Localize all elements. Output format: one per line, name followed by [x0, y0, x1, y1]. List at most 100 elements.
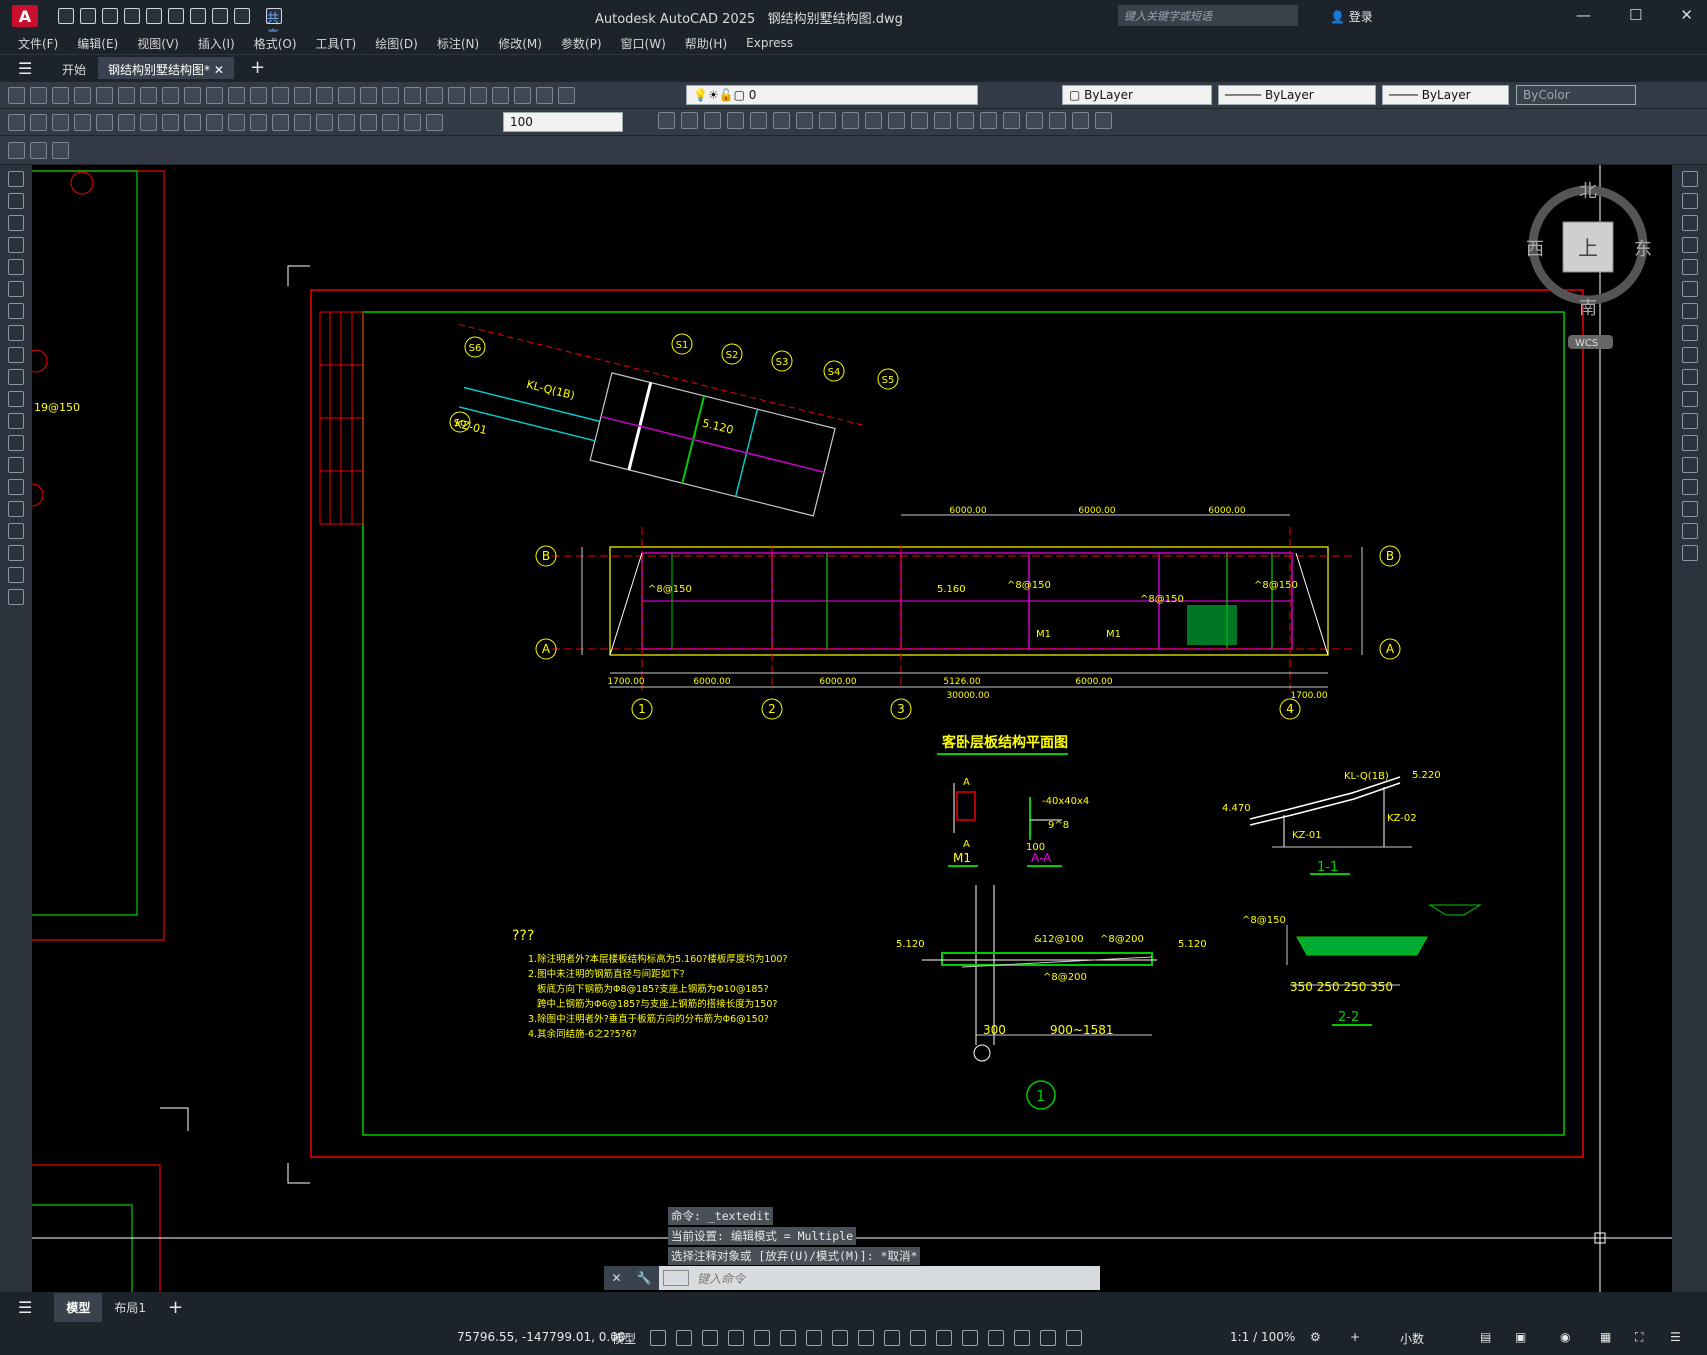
point-icon[interactable] — [8, 457, 24, 473]
minimize-icon[interactable]: — — [1576, 6, 1591, 24]
hamburger-menu-icon[interactable]: ☰ — [18, 59, 32, 78]
osnap-icon[interactable] — [832, 1330, 848, 1346]
save-web-icon[interactable] — [168, 8, 184, 24]
continue-icon[interactable] — [228, 113, 245, 131]
baseline-icon[interactable] — [206, 113, 223, 131]
close-cmd-icon[interactable]: ✕ — [611, 1271, 621, 1285]
tool-palettes-icon[interactable] — [448, 86, 465, 104]
tab-active-drawing[interactable]: 钢结构别墅结构图* ✕ — [98, 57, 234, 79]
menu-edit[interactable]: 编辑(E) — [77, 35, 118, 52]
block-editor-icon[interactable] — [250, 86, 267, 104]
jogged-icon[interactable] — [118, 113, 135, 131]
save-icon[interactable] — [52, 86, 69, 104]
object-track-icon[interactable] — [806, 1330, 822, 1346]
move-icon[interactable] — [1681, 281, 1698, 297]
trim-icon[interactable] — [1681, 369, 1698, 385]
units-dropdown[interactable]: 小数 — [1400, 1330, 1424, 1347]
menu-modify[interactable]: 修改(M) — [498, 35, 542, 52]
layer-dropdown[interactable]: 💡☀🔓▢ 0 — [686, 85, 978, 105]
express-tool-2-icon[interactable] — [30, 141, 47, 159]
layer-properties-icon[interactable] — [558, 86, 575, 104]
stretch-icon[interactable] — [1681, 347, 1698, 363]
add-layout-icon[interactable]: + — [168, 1297, 183, 1318]
zoom-previous-icon[interactable] — [382, 86, 399, 104]
menu-dimension[interactable]: 标注(N) — [437, 35, 479, 52]
erase-icon[interactable] — [1681, 171, 1698, 187]
ordinate-icon[interactable] — [74, 113, 91, 131]
linetype-dropdown[interactable]: ───── ByLayer — [1218, 85, 1376, 105]
save-as-icon[interactable] — [124, 8, 140, 24]
circle-icon[interactable] — [8, 303, 24, 319]
customization-icon[interactable]: ☰ — [1670, 1330, 1681, 1344]
toolbar-icon-2[interactable] — [681, 112, 698, 129]
toolbar-icon-15[interactable] — [980, 112, 997, 129]
spline-icon[interactable] — [8, 347, 24, 363]
menu-help[interactable]: 帮助(H) — [685, 35, 727, 52]
cursor-coordinates[interactable]: 75796.55, -147799.01, 0.00 — [457, 1330, 625, 1344]
new-tab-plus-icon[interactable]: + — [250, 57, 265, 78]
tolerance-icon[interactable] — [294, 113, 311, 131]
menu-file[interactable]: 文件(F) — [18, 35, 58, 52]
menu-format[interactable]: 格式(O) — [254, 35, 297, 52]
toolbar-icon-18[interactable] — [1049, 112, 1066, 129]
join-icon[interactable] — [1681, 457, 1698, 473]
toolbar-icon-9[interactable] — [842, 112, 859, 129]
layout-menu-icon[interactable]: ☰ — [18, 1298, 32, 1317]
toolbar-icon-17[interactable] — [1026, 112, 1043, 129]
viewcube-south[interactable]: 南 — [1579, 298, 1597, 319]
dynamic-ucs-icon[interactable] — [962, 1330, 978, 1346]
autocad-logo-icon[interactable]: A — [12, 5, 38, 27]
3d-osnap-icon[interactable] — [936, 1330, 952, 1346]
extend-icon[interactable] — [1681, 391, 1698, 407]
rotate-icon[interactable] — [1681, 303, 1698, 319]
construction-line-icon[interactable] — [8, 193, 24, 209]
ortho-icon[interactable] — [728, 1330, 744, 1346]
quick-properties-icon[interactable]: ▤ — [1480, 1330, 1491, 1344]
viewcube-west[interactable]: 西 — [1526, 239, 1544, 260]
explode-icon[interactable] — [1681, 545, 1698, 561]
isodraft-icon[interactable] — [780, 1330, 796, 1346]
auto-scale-icon[interactable] — [1066, 1330, 1082, 1346]
cut-icon[interactable] — [162, 86, 179, 104]
menu-parametric[interactable]: 参数(P) — [561, 35, 602, 52]
open-icon[interactable] — [30, 86, 47, 104]
new-file-icon[interactable] — [58, 8, 74, 24]
selection-filter-icon[interactable] — [988, 1330, 1004, 1346]
login-button[interactable]: 👤 登录 — [1330, 8, 1373, 25]
angular-icon[interactable] — [162, 113, 179, 131]
preview-icon[interactable] — [96, 86, 113, 104]
toolbar-icon-7[interactable] — [796, 112, 813, 129]
properties-icon[interactable] — [404, 86, 421, 104]
zoom-realtime-icon[interactable] — [338, 86, 355, 104]
copy-icon[interactable] — [184, 86, 201, 104]
gradient-icon[interactable] — [8, 501, 24, 517]
express-tool-1-icon[interactable] — [8, 141, 25, 159]
undo-icon[interactable] — [272, 86, 289, 104]
express-tool-3-icon[interactable] — [52, 141, 69, 159]
workspace-gear-icon[interactable]: ⚙ — [1310, 1330, 1321, 1344]
toolbar-icon-6[interactable] — [773, 112, 790, 129]
viewcube[interactable]: 上 北 南 东 西 WCS — [1526, 181, 1652, 349]
help-icon[interactable] — [536, 86, 553, 104]
search-input[interactable]: 键入关键字或短语 — [1118, 5, 1298, 26]
infer-icon[interactable] — [702, 1330, 718, 1346]
menu-window[interactable]: 窗口(W) — [621, 35, 666, 52]
region-icon[interactable] — [8, 523, 24, 539]
menu-view[interactable]: 视图(V) — [137, 35, 179, 52]
model-space-toggle[interactable]: 模型 — [612, 1330, 636, 1347]
offset-icon[interactable] — [1681, 237, 1698, 253]
radius-icon[interactable] — [96, 113, 113, 131]
lineweight-dropdown[interactable]: ──── ByLayer — [1382, 85, 1509, 105]
tab-start[interactable]: 开始 — [52, 57, 96, 79]
print-3d-icon[interactable] — [140, 86, 157, 104]
menu-tools[interactable]: 工具(T) — [316, 35, 357, 52]
blend-icon[interactable] — [1681, 523, 1698, 539]
arc-icon[interactable] — [8, 281, 24, 297]
viewcube-east[interactable]: 东 — [1634, 239, 1652, 260]
dim-edit-icon[interactable] — [382, 113, 399, 131]
array-icon[interactable] — [1681, 259, 1698, 275]
undo-icon[interactable] — [212, 8, 228, 24]
lock-ui-icon[interactable]: ▣ — [1515, 1330, 1526, 1344]
center-mark-icon[interactable] — [316, 113, 333, 131]
zoom-window-icon[interactable] — [360, 86, 377, 104]
